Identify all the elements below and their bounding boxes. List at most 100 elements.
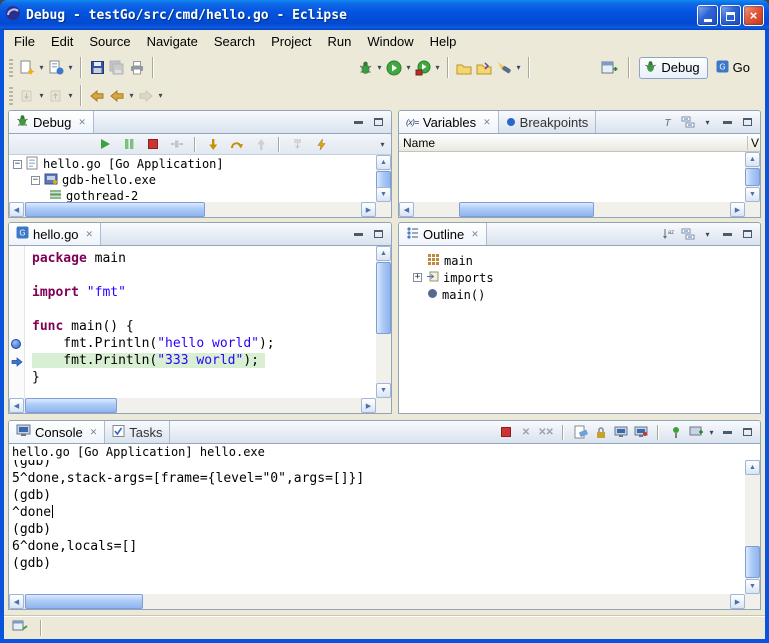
editor-vertical-scrollbar[interactable]: ▲ ▼	[376, 246, 391, 398]
console-output[interactable]: (gdb) 5^done,stack-args=[frame={level="0…	[9, 460, 745, 594]
maximize-view-icon[interactable]	[739, 114, 756, 131]
variables-view-menu-icon[interactable]: ▾	[699, 114, 716, 131]
tab-debug-view[interactable]: Debug ✕	[9, 111, 94, 133]
editor-horizontal-scrollbar[interactable]: ◀ ▶	[9, 398, 376, 413]
close-icon[interactable]: ✕	[78, 117, 86, 128]
variables-column-header[interactable]: Name V	[399, 134, 760, 152]
collapse-all-icon[interactable]	[679, 114, 696, 131]
show-type-names-icon[interactable]: T	[659, 114, 676, 131]
toolbar-grip[interactable]	[9, 87, 13, 105]
maximize-view-icon[interactable]	[739, 226, 756, 243]
editor-annotation-ruler[interactable]	[9, 246, 25, 398]
debug-perspective-button[interactable]: Debug	[639, 57, 707, 79]
scroll-right-icon[interactable]: ▶	[730, 594, 745, 609]
toolbar-grip[interactable]	[9, 59, 13, 77]
step-over-icon[interactable]	[227, 133, 247, 155]
scroll-up-icon[interactable]: ▲	[745, 152, 760, 167]
menu-search[interactable]: Search	[206, 31, 263, 52]
tree-item-thread[interactable]: gothread-2	[9, 188, 376, 202]
new-wizard-icon[interactable]	[17, 57, 37, 79]
scrollbar-thumb[interactable]	[745, 168, 760, 186]
close-icon[interactable]: ✕	[471, 229, 479, 240]
instruction-pointer-icon[interactable]	[11, 357, 23, 367]
outline-view-menu-icon[interactable]: ▾	[699, 226, 716, 243]
expand-icon[interactable]: +	[413, 273, 422, 282]
outline-item-imports[interactable]: + imports	[399, 269, 760, 286]
previous-annotation-icon[interactable]	[46, 85, 66, 107]
next-annotation-icon[interactable]	[17, 85, 37, 107]
scroll-up-icon[interactable]: ▲	[376, 155, 391, 170]
menu-source[interactable]: Source	[81, 31, 138, 52]
go-perspective-button[interactable]: G Go	[712, 58, 757, 78]
forward-dropdown-icon[interactable]: ▾	[156, 91, 165, 100]
menu-project[interactable]: Project	[263, 31, 319, 52]
minimize-view-icon[interactable]	[350, 226, 367, 243]
forward-icon[interactable]	[136, 85, 156, 107]
debug-launch-dropdown-icon[interactable]: ▾	[375, 63, 384, 72]
terminate-icon[interactable]	[497, 424, 514, 441]
resume-icon[interactable]	[95, 133, 115, 155]
scroll-lock-icon[interactable]	[592, 424, 609, 441]
tab-outline[interactable]: Outline ✕	[399, 223, 487, 245]
tab-variables[interactable]: (x)= Variables ✕	[399, 111, 499, 133]
show-console-stderr-icon[interactable]	[632, 424, 649, 441]
scroll-right-icon[interactable]: ▶	[730, 202, 745, 217]
debug-vertical-scrollbar[interactable]: ▲ ▼	[376, 155, 391, 202]
run-launch-icon[interactable]	[384, 57, 404, 79]
value-column-label[interactable]: V	[747, 136, 759, 150]
collapse-all-icon[interactable]	[679, 226, 696, 243]
scroll-down-icon[interactable]: ▼	[376, 383, 391, 398]
open-type-icon[interactable]	[474, 57, 494, 79]
scrollbar-thumb[interactable]	[25, 594, 143, 609]
new-go-element-dropdown-icon[interactable]: ▾	[66, 63, 75, 72]
open-perspective-icon[interactable]	[599, 57, 619, 79]
close-icon[interactable]: ✕	[86, 229, 94, 240]
outline-item-function[interactable]: main()	[399, 286, 760, 303]
show-console-stdout-icon[interactable]	[612, 424, 629, 441]
use-step-filters-icon[interactable]	[311, 133, 331, 155]
scrollbar-thumb[interactable]	[376, 262, 391, 334]
step-into-icon[interactable]	[203, 133, 223, 155]
search-icon[interactable]	[494, 57, 514, 79]
scrollbar-thumb[interactable]	[25, 202, 205, 217]
terminate-icon[interactable]	[143, 133, 163, 155]
suspend-icon[interactable]	[119, 133, 139, 155]
scroll-right-icon[interactable]: ▶	[361, 398, 376, 413]
tab-hello-go[interactable]: G hello.go ✕	[9, 223, 101, 245]
open-console-dropdown-icon[interactable]: ▾	[707, 428, 716, 437]
run-launch-dropdown-icon[interactable]: ▾	[404, 63, 413, 72]
external-tools-dropdown-icon[interactable]: ▾	[433, 63, 442, 72]
drop-to-frame-icon[interactable]	[287, 133, 307, 155]
menu-help[interactable]: Help	[422, 31, 465, 52]
debug-view-menu-icon[interactable]: ▾	[374, 136, 391, 153]
back-icon[interactable]	[107, 85, 127, 107]
console-vertical-scrollbar[interactable]: ▲ ▼	[745, 460, 760, 594]
debug-horizontal-scrollbar[interactable]: ◀ ▶	[9, 202, 376, 217]
variables-horizontal-scrollbar[interactable]: ◀ ▶	[399, 202, 745, 217]
menu-file[interactable]: File	[6, 31, 43, 52]
scroll-left-icon[interactable]: ◀	[9, 202, 24, 217]
menu-run[interactable]: Run	[320, 31, 360, 52]
scroll-left-icon[interactable]: ◀	[9, 398, 24, 413]
scrollbar-thumb[interactable]	[745, 546, 760, 578]
open-resource-icon[interactable]	[454, 57, 474, 79]
scroll-left-icon[interactable]: ◀	[399, 202, 414, 217]
save-all-icon[interactable]	[107, 57, 127, 79]
outline-item-package[interactable]: main	[399, 252, 760, 269]
search-dropdown-icon[interactable]: ▾	[514, 63, 523, 72]
open-console-icon[interactable]	[687, 424, 704, 441]
scrollbar-thumb[interactable]	[25, 398, 117, 413]
variables-table[interactable]: Name V ◀ ▶ ▲ ▼	[399, 134, 760, 217]
close-icon[interactable]: ✕	[90, 427, 98, 438]
previous-annotation-dropdown-icon[interactable]: ▾	[66, 91, 75, 100]
pin-console-icon[interactable]	[667, 424, 684, 441]
title-bar[interactable]: Debug - testGo/src/cmd/hello.go - Eclips…	[0, 0, 769, 30]
scrollbar-thumb[interactable]	[459, 202, 594, 217]
step-return-icon[interactable]	[251, 133, 271, 155]
minimize-view-icon[interactable]	[719, 114, 736, 131]
console-horizontal-scrollbar[interactable]: ◀ ▶	[9, 594, 745, 609]
print-icon[interactable]	[127, 57, 147, 79]
name-column-label[interactable]: Name	[403, 136, 435, 150]
sort-icon[interactable]: az	[659, 226, 676, 243]
new-wizard-dropdown-icon[interactable]: ▾	[37, 63, 46, 72]
